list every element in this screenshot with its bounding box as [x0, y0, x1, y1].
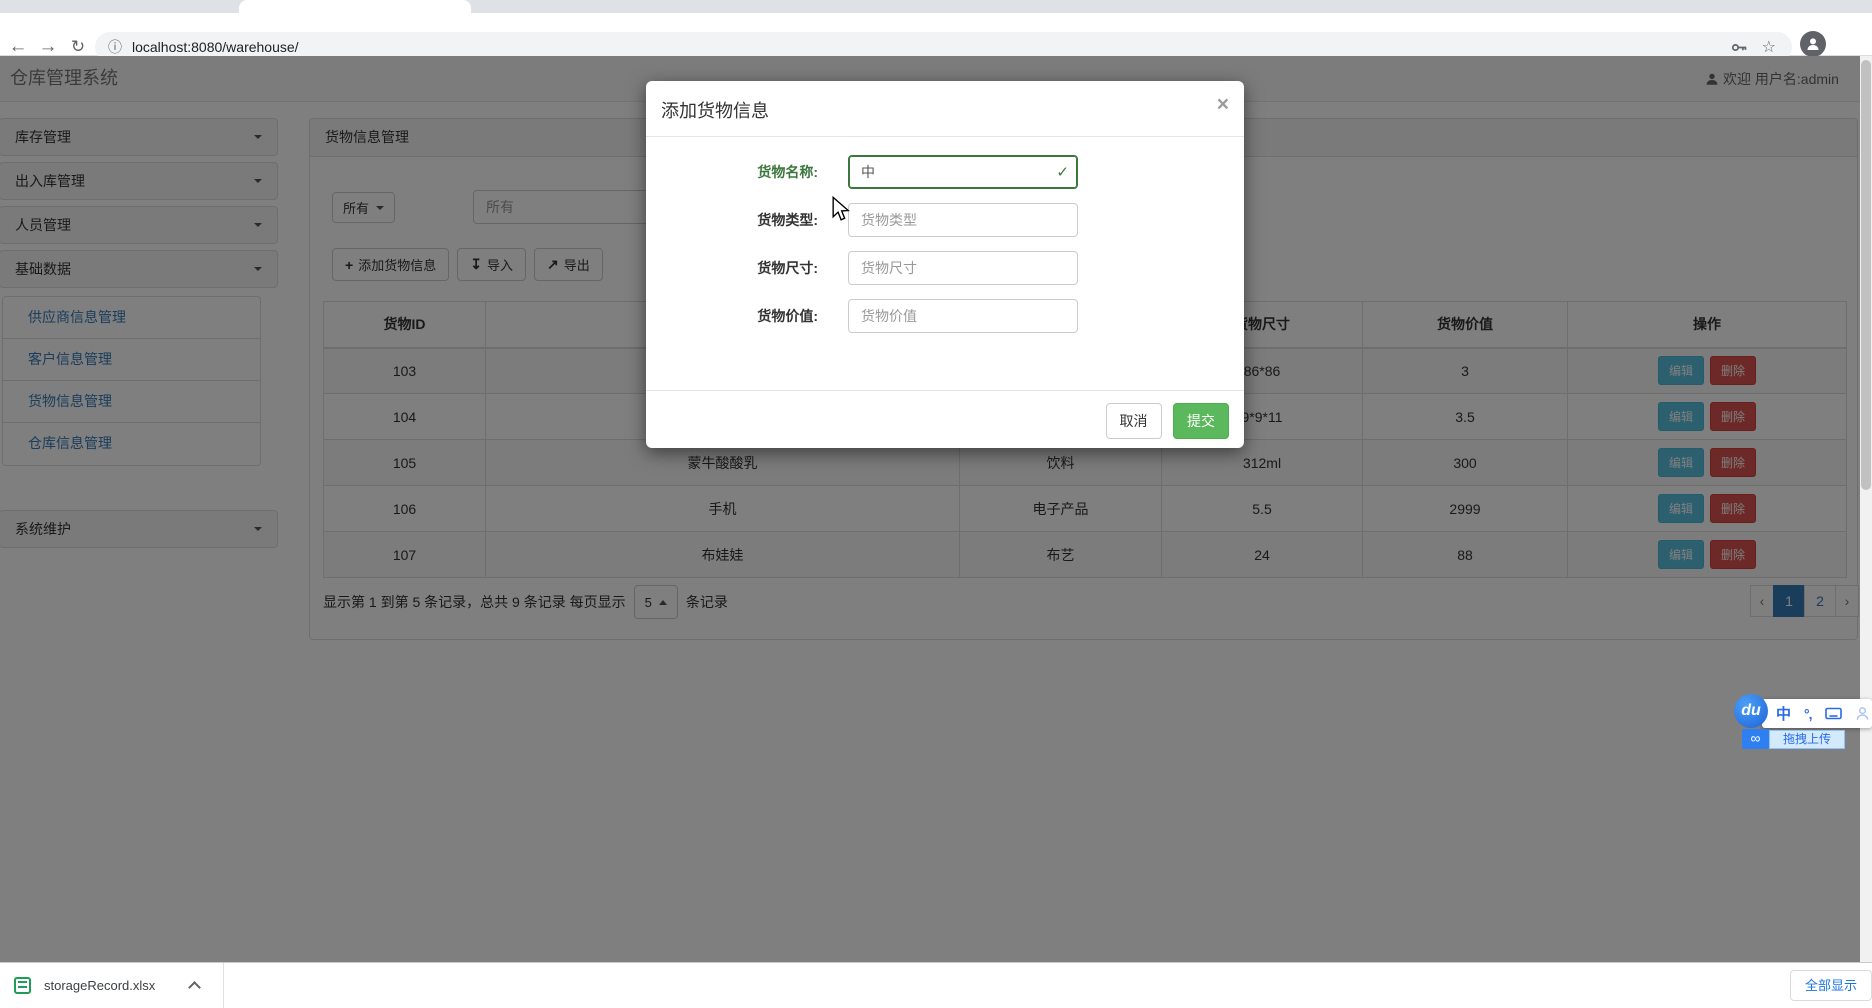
ime-user-icon[interactable]: [1855, 706, 1870, 721]
ime-punctuation-icon[interactable]: °,: [1804, 706, 1812, 722]
field-cargo-value: 货物价值:: [646, 299, 1244, 333]
field-cargo-type: 货物类型:: [646, 203, 1244, 237]
field-cargo-size: 货物尺寸:: [646, 251, 1244, 285]
ime-toolbar: 中 °,: [1762, 699, 1872, 728]
cargo-size-input[interactable]: [848, 251, 1078, 285]
modal-title: 添加货物信息: [661, 101, 769, 121]
modal-footer: 取消 提交: [646, 390, 1244, 448]
browser-toolbar: ← → ↻ ⓘ localhost:8080/warehouse/ ☆: [0, 13, 1872, 62]
cargo-name-label: 货物名称:: [757, 164, 818, 180]
cancel-button[interactable]: 取消: [1105, 403, 1162, 439]
close-icon[interactable]: ×: [1217, 94, 1229, 115]
browser-profile-avatar[interactable]: [1800, 31, 1826, 57]
browser-tab-strip: [0, 0, 1872, 13]
cargo-value-label: 货物价值:: [757, 308, 818, 324]
submit-button[interactable]: 提交: [1173, 403, 1229, 439]
cargo-value-input[interactable]: [848, 299, 1078, 333]
avatar-person-icon: [1807, 38, 1819, 50]
download-shelf: storageRecord.xlsx 全部显示: [0, 962, 1872, 1008]
ime-chinese-mode-icon[interactable]: 中: [1776, 703, 1791, 724]
url-text: localhost:8080/warehouse/: [132, 39, 299, 55]
scrollbar-thumb[interactable]: [1861, 60, 1871, 490]
browser-active-tab[interactable]: [239, 0, 471, 13]
cargo-type-label: 货物类型:: [757, 212, 818, 228]
cargo-size-label: 货物尺寸:: [757, 260, 818, 276]
divider: [223, 963, 224, 1008]
ime-keyboard-icon[interactable]: [1824, 707, 1842, 721]
site-info-icon[interactable]: ⓘ: [108, 37, 122, 57]
field-cargo-name: 货物名称: ✓: [646, 155, 1244, 189]
downloaded-file[interactable]: storageRecord.xlsx: [44, 963, 155, 1008]
modal-body: 货物名称: ✓ 货物类型: 货物尺寸: 货物价值:: [646, 137, 1244, 333]
ime-drag-upload-badge[interactable]: 拖拽上传: [1769, 730, 1845, 749]
cargo-name-input[interactable]: [848, 155, 1078, 189]
bookmark-star-icon[interactable]: ☆: [1762, 37, 1776, 57]
ime-logo[interactable]: du: [1734, 694, 1768, 728]
modal-header: 添加货物信息 ×: [646, 81, 1244, 137]
show-all-downloads-button[interactable]: 全部显示: [1790, 970, 1872, 1001]
mouse-cursor: [832, 196, 850, 221]
add-cargo-modal: 添加货物信息 × 货物名称: ✓ 货物类型: 货物尺寸: 货物价值:: [646, 81, 1244, 448]
cargo-type-input[interactable]: [848, 203, 1078, 237]
chevron-up-icon[interactable]: [188, 981, 201, 994]
ime-netdisk-icon[interactable]: ∞: [1742, 729, 1769, 749]
password-key-icon[interactable]: [1731, 39, 1748, 56]
excel-file-icon: [14, 977, 31, 994]
valid-check-icon: ✓: [1056, 164, 1069, 181]
